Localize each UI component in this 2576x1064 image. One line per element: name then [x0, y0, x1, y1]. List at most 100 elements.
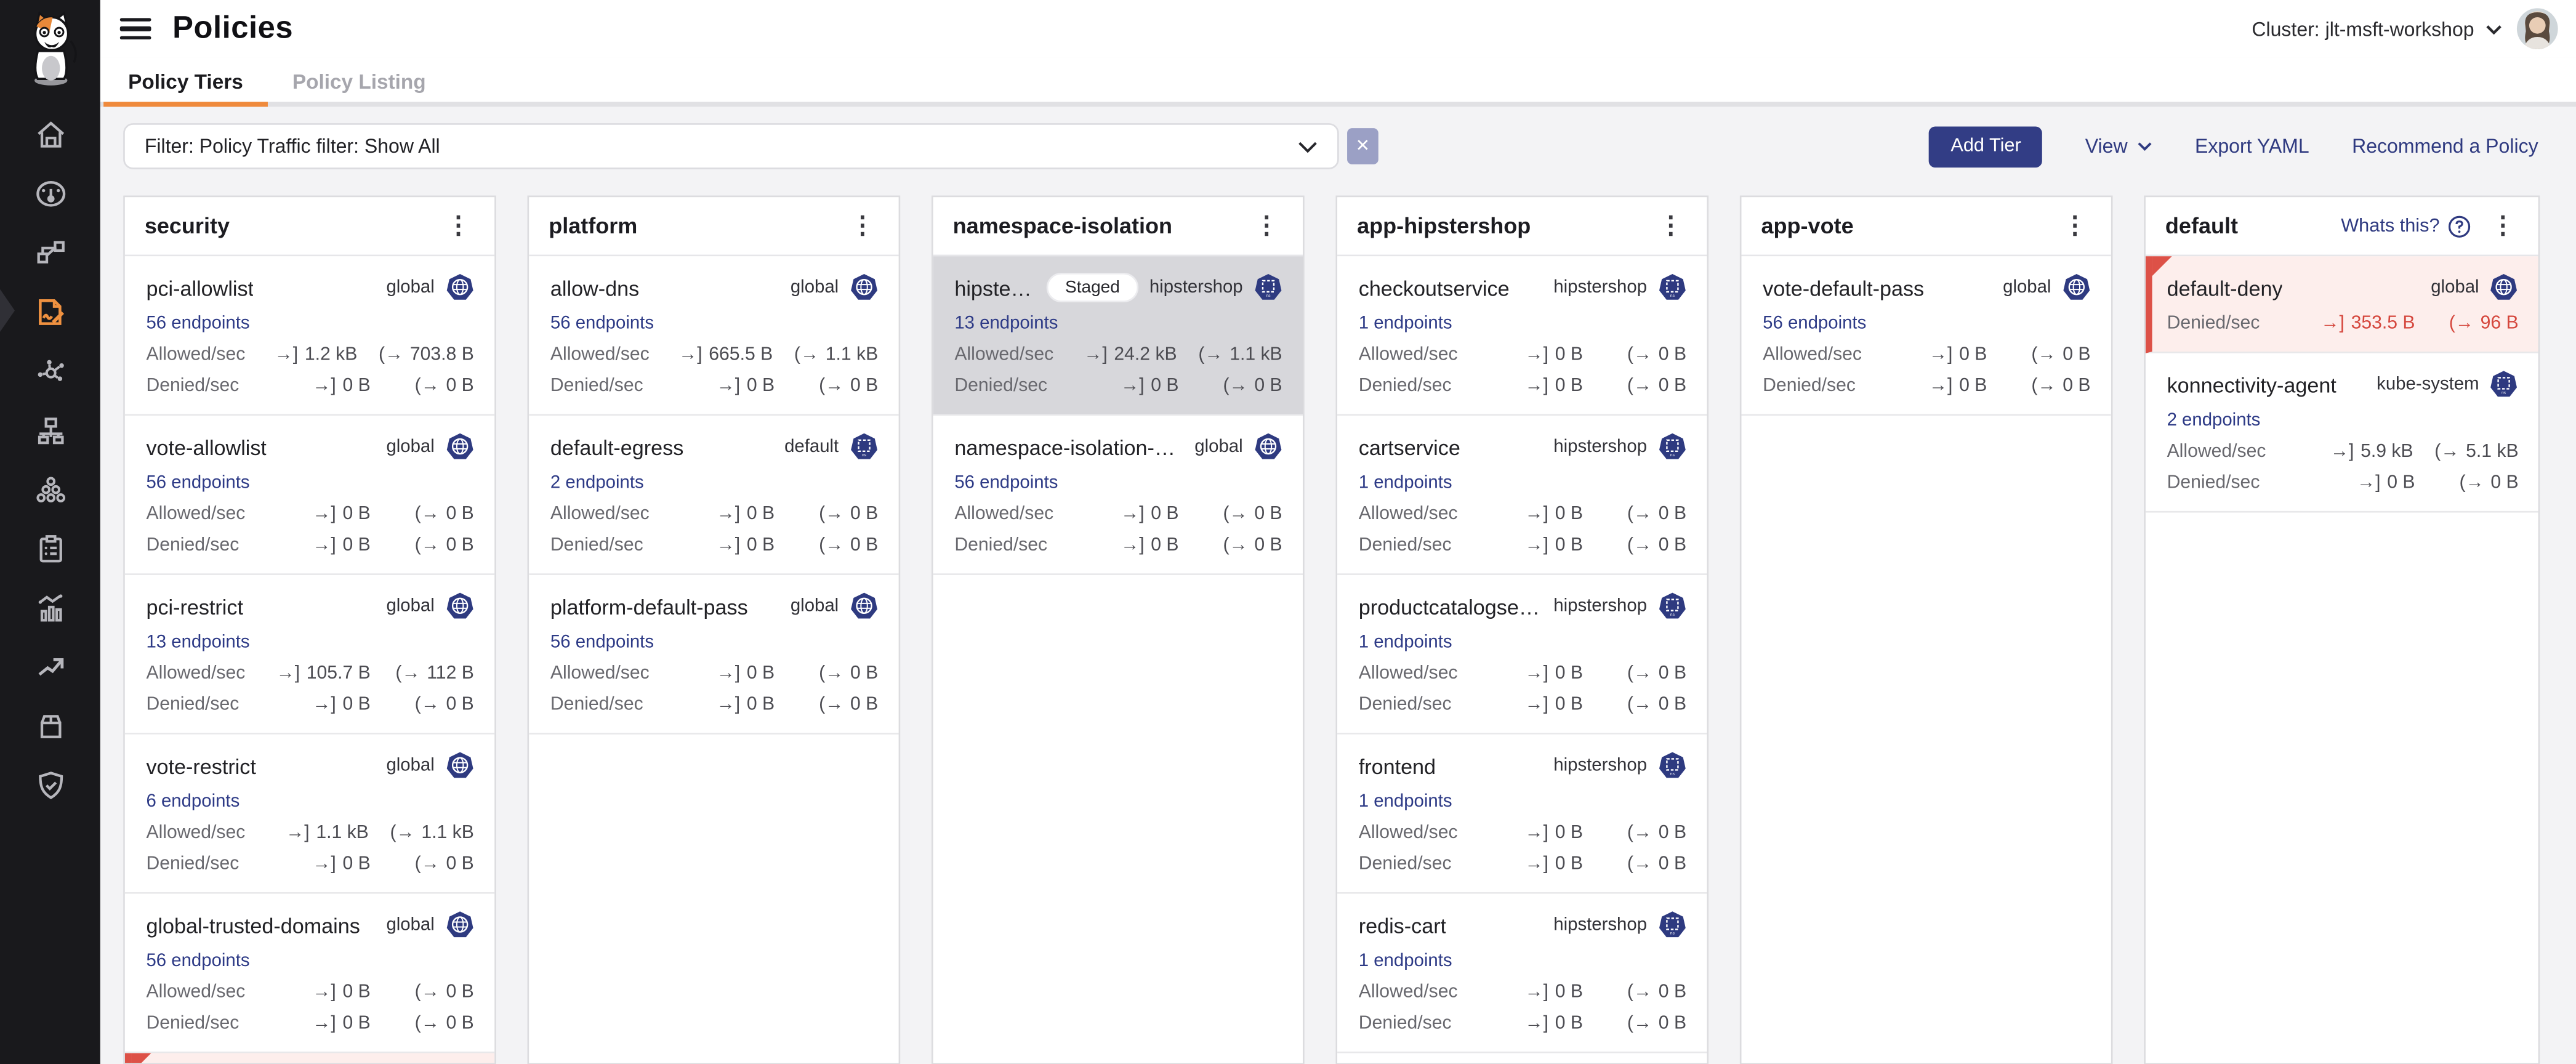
endpoints-link[interactable]: 56 endpoints — [146, 314, 249, 334]
add-tier-button[interactable]: Add Tier — [1930, 126, 2043, 167]
allowed-label: Allowed/sec — [1359, 345, 1484, 365]
ingress-value: 0 B — [342, 695, 370, 715]
svg-text:ns: ns — [1669, 772, 1674, 776]
endpoints-link[interactable]: 1 endpoints — [1359, 473, 1452, 493]
endpoints-link[interactable]: 56 endpoints — [550, 632, 654, 652]
tier-menu-kebab-icon[interactable]: ⋮ — [1655, 211, 1686, 242]
clusters-icon[interactable] — [34, 473, 66, 506]
ingress-icon: →] — [312, 855, 336, 874]
ingress-value: 1.2 kB — [305, 345, 357, 365]
tab-policy-tiers[interactable]: Policy Tiers — [103, 57, 268, 107]
policy-card[interactable]: pci-restrict global 13 endpoints Allowed… — [125, 575, 494, 735]
endpoints-link[interactable]: 56 endpoints — [954, 473, 1058, 493]
policy-name: vote-allowlist — [146, 435, 266, 459]
tier-header: platform ⋮ — [529, 197, 898, 256]
service-graph-icon[interactable] — [34, 236, 66, 269]
egress-icon: (→ — [2434, 442, 2459, 462]
policy-card[interactable]: hipstershop-gh... Staged hipstershop ns … — [933, 256, 1302, 416]
tier-menu-kebab-icon[interactable]: ⋮ — [2487, 211, 2519, 242]
recommend-policy-button[interactable]: Recommend a Policy — [2352, 135, 2538, 158]
cluster-selector[interactable]: Cluster: jlt-msft-workshop — [2252, 17, 2502, 40]
policy-card[interactable]: quarantine global 0 endpoints — [125, 1053, 494, 1064]
ingress-value: 24.2 kB — [1114, 345, 1177, 365]
scope-label: global — [386, 278, 434, 297]
egress-value: 96 B — [2481, 314, 2519, 334]
egress-value: 703.8 B — [410, 345, 474, 365]
tier-menu-kebab-icon[interactable]: ⋮ — [443, 211, 474, 242]
dashboard-gauge-icon[interactable] — [34, 177, 66, 210]
egress-value: 0 B — [850, 504, 878, 524]
namespace-icon: ns — [1657, 751, 1686, 780]
tab-policy-listing[interactable]: Policy Listing — [268, 57, 451, 107]
endpoints-link[interactable]: 56 endpoints — [146, 473, 249, 493]
policy-card[interactable]: vote-restrict global 6 endpoints Allowed… — [125, 735, 494, 894]
user-avatar[interactable] — [2517, 8, 2558, 49]
endpoints-link[interactable]: 6 endpoints — [146, 792, 239, 812]
trend-icon[interactable] — [34, 651, 66, 683]
policy-card[interactable]: namespace-isolation-default-p... global … — [933, 416, 1302, 575]
statistics-icon[interactable] — [34, 592, 66, 624]
policy-card[interactable]: default-egress default ns 2 endpoints Al… — [529, 416, 898, 575]
endpoints-link[interactable]: 13 endpoints — [954, 314, 1058, 334]
hamburger-menu-icon[interactable] — [120, 18, 151, 39]
question-circle-icon — [2448, 214, 2471, 237]
tier-menu-kebab-icon[interactable]: ⋮ — [1251, 211, 1282, 242]
allowed-label: Allowed/sec — [550, 345, 674, 365]
allowed-label: Allowed/sec — [146, 823, 270, 843]
policy-card[interactable]: platform-default-pass global 56 endpoint… — [529, 575, 898, 735]
scope-label: global — [1194, 437, 1242, 457]
endpoints-link[interactable]: 2 endpoints — [2167, 411, 2261, 430]
home-icon[interactable] — [34, 118, 66, 151]
ingress-icon: →] — [1524, 983, 1548, 1002]
scope-label: hipstershop — [1553, 597, 1647, 616]
policy-card[interactable]: konnectivity-agent kube-system ns 2 endp… — [2146, 353, 2538, 513]
denied-row: Denied/sec →]0 B (→0 B — [954, 536, 1282, 555]
ingress-icon: →] — [312, 536, 336, 555]
view-menu-button[interactable]: View — [2085, 135, 2152, 158]
policy-card[interactable]: emailservice hipstershop ns 1 endpoints … — [1337, 1053, 1706, 1064]
compliance-clipboard-icon[interactable] — [34, 533, 66, 565]
policy-card[interactable]: productcatalogservice hipstershop ns 1 e… — [1337, 575, 1706, 735]
policy-card[interactable]: default-deny global Denied/sec →]353.5 B… — [2146, 256, 2538, 353]
policy-traffic-filter[interactable]: Filter: Policy Traffic filter: Show All — [123, 123, 1339, 169]
export-yaml-button[interactable]: Export YAML — [2195, 135, 2309, 158]
endpoints-link[interactable]: 1 endpoints — [1359, 314, 1452, 334]
filter-value: Filter: Policy Traffic filter: Show All — [145, 135, 1298, 158]
clear-filter-button[interactable]: ✕ — [1347, 128, 1379, 164]
threat-defense-shield-icon[interactable] — [34, 769, 66, 802]
endpoints-link[interactable]: 1 endpoints — [1359, 632, 1452, 652]
endpoints-link[interactable]: 1 endpoints — [1359, 792, 1452, 812]
endpoints-link[interactable]: 2 endpoints — [550, 473, 644, 493]
namespace-icon: ns — [1657, 910, 1686, 940]
policy-card[interactable]: allow-dns global 56 endpoints Allowed/se… — [529, 256, 898, 416]
policy-card[interactable]: redis-cart hipstershop ns 1 endpoints Al… — [1337, 894, 1706, 1054]
egress-icon: (→ — [1627, 855, 1652, 874]
egress-value: 0 B — [850, 695, 878, 715]
denied-label: Denied/sec — [954, 536, 1080, 555]
policy-card[interactable]: frontend hipstershop ns 1 endpoints Allo… — [1337, 735, 1706, 894]
policy-card[interactable]: pci-allowlist global 56 endpoints Allowe… — [125, 256, 494, 416]
endpoints-link[interactable]: 1 endpoints — [1359, 951, 1452, 971]
endpoints-link[interactable]: 56 endpoints — [146, 951, 249, 971]
whats-this-link[interactable]: Whats this? — [2341, 214, 2471, 237]
policy-card[interactable]: vote-allowlist global 56 endpoints Allow… — [125, 416, 494, 575]
tier-menu-kebab-icon[interactable]: ⋮ — [847, 211, 879, 242]
policy-card[interactable]: vote-default-pass global 56 endpoints Al… — [1741, 256, 2110, 416]
allowed-label: Allowed/sec — [146, 983, 272, 1002]
policy-card[interactable]: cartservice hipstershop ns 1 endpoints A… — [1337, 416, 1706, 575]
egress-icon: (→ — [379, 345, 403, 365]
scope-label: hipstershop — [1553, 756, 1647, 775]
policy-card[interactable]: global-trusted-domains global 56 endpoin… — [125, 894, 494, 1054]
policies-icon[interactable] — [34, 296, 66, 328]
endpoints-link[interactable]: 13 endpoints — [146, 632, 249, 652]
endpoints-link[interactable]: 56 endpoints — [1763, 314, 1866, 334]
denied-label: Denied/sec — [550, 536, 676, 555]
ingress-value: 353.5 B — [2351, 314, 2415, 334]
endpoints-tree-icon[interactable] — [34, 414, 66, 446]
policy-card[interactable]: checkoutservice hipstershop ns 1 endpoin… — [1337, 256, 1706, 416]
ingress-value: 0 B — [1555, 345, 1583, 365]
network-sets-icon[interactable] — [34, 355, 66, 387]
endpoints-link[interactable]: 56 endpoints — [550, 314, 654, 334]
tier-menu-kebab-icon[interactable]: ⋮ — [2059, 211, 2091, 242]
package-icon[interactable] — [34, 710, 66, 743]
